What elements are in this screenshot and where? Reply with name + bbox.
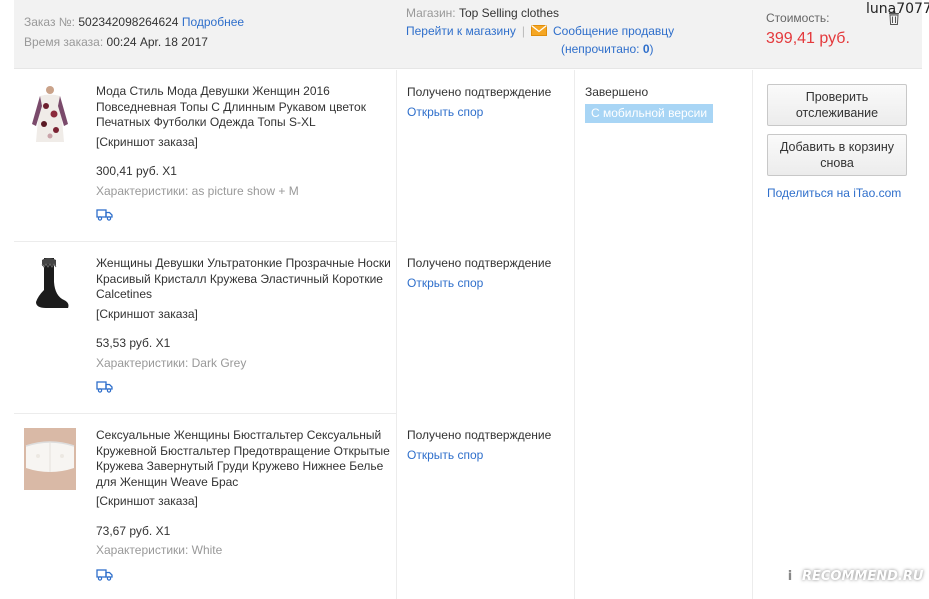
check-tracking-button[interactable]: Проверить отслеживание [767,84,907,126]
list-item: Женщины Девушки Ультратонкие Прозрачные … [14,242,396,414]
column-divider [752,70,753,599]
cost-label: Стоимость: [766,11,830,25]
product-thumbnail[interactable] [24,256,76,318]
share-text: Поделиться на iTao.com [767,186,902,200]
item-price: 300,41 руб. X1 [96,164,177,178]
item-status: Получено подтверждение Открыть спор [407,425,582,465]
item-status: Получено подтверждение Открыть спор [407,253,582,293]
item-title-link[interactable]: Мода Стиль Мода Девушки Женщин 2016 Повс… [96,84,396,131]
goto-store-link[interactable]: Перейти к магазину [406,24,516,38]
product-thumbnail[interactable] [24,84,76,146]
item-info: Сексуальные Женщины Бюстгальтер Сексуаль… [96,428,396,581]
cost-value: 399,41 руб. [766,30,850,47]
unread-count-text: (непрочитано: 0) [561,42,654,56]
watermark-site: RECOMMEND.RU [802,569,924,584]
column-divider [574,70,575,599]
list-item: Сексуальные Женщины Бюстгальтер Сексуаль… [14,414,396,599]
order-time-label: Время заказа: [24,35,104,49]
order-snapshot-link[interactable]: [Скриншот заказа] [96,307,396,323]
open-dispute-link[interactable]: Открыть спор [407,445,582,465]
product-thumbnail[interactable] [24,428,76,490]
order-info: Заказ №: 502342098264624 Подробнее Время… [24,12,244,52]
column-divider [396,70,397,599]
order-body: Мода Стиль Мода Девушки Женщин 2016 Повс… [14,70,922,599]
order-status: Завершено С мобильной версии [585,84,714,123]
item-status-text: Получено подтверждение [407,85,552,99]
shipping-truck-icon[interactable] [96,381,113,393]
store-name: Top Selling clothes [458,6,560,20]
item-title-link[interactable]: Женщины Девушки Ультратонкие Прозрачные … [96,256,396,303]
envelope-icon [531,25,547,36]
item-properties: Характеристики: as picture show + M [96,183,299,198]
store-info: Магазин: Top Selling clothes Перейти к м… [406,6,675,56]
share-itao-link[interactable]: iTao.com [853,186,901,200]
item-properties: Характеристики: White [96,543,223,557]
store-label: Магазин: [406,6,456,20]
item-price: 73,67 руб. X1 [96,523,171,538]
item-status: Получено подтверждение Открыть спор [407,82,582,122]
order-time: 00:24 Apr. 18 2017 [106,35,208,49]
message-seller-link[interactable]: Сообщение продавцу [553,24,674,38]
order-actions: Проверить отслеживание Добавить в корзин… [767,84,913,202]
order-cost: Стоимость: 399,41 руб. [766,10,850,48]
order-snapshot-link[interactable]: [Скриншот заказа] [96,494,396,510]
watermark-username: luna7077 [866,1,929,17]
shipping-truck-icon[interactable] [96,568,113,581]
item-status-text: Получено подтверждение [407,428,552,442]
open-dispute-link[interactable]: Открыть спор [407,102,582,122]
unread-count: 0 [642,42,650,56]
item-title-link[interactable]: Сексуальные Женщины Бюстгальтер Сексуаль… [96,428,396,490]
item-info: Мода Стиль Мода Девушки Женщин 2016 Повс… [96,84,396,221]
order-snapshot-link[interactable]: [Скриншот заказа] [96,135,396,151]
item-info: Женщины Девушки Ультратонкие Прозрачные … [96,256,396,393]
watermark-recommend: i RECOMMEND.RU [780,567,923,587]
order-status-text: Завершено [585,85,649,99]
order-number: 502342098264624 [78,15,179,29]
recommend-logo-icon: i [780,567,800,587]
list-item: Мода Стиль Мода Девушки Женщин 2016 Повс… [14,70,396,242]
open-dispute-link[interactable]: Открыть спор [407,273,582,293]
shipping-truck-icon[interactable] [96,209,113,221]
order-number-label: Заказ №: [24,15,76,29]
order-details-link[interactable]: Подробнее [182,15,244,29]
order-header: Заказ №: 502342098264624 Подробнее Время… [14,0,922,69]
item-price: 53,53 руб. X1 [96,336,171,350]
item-status-text: Получено подтверждение [407,256,552,270]
add-to-cart-again-button[interactable]: Добавить в корзину снова [767,134,907,176]
item-properties: Характеристики: Dark Grey [96,355,247,370]
mobile-version-badge: С мобильной версии [585,104,714,123]
